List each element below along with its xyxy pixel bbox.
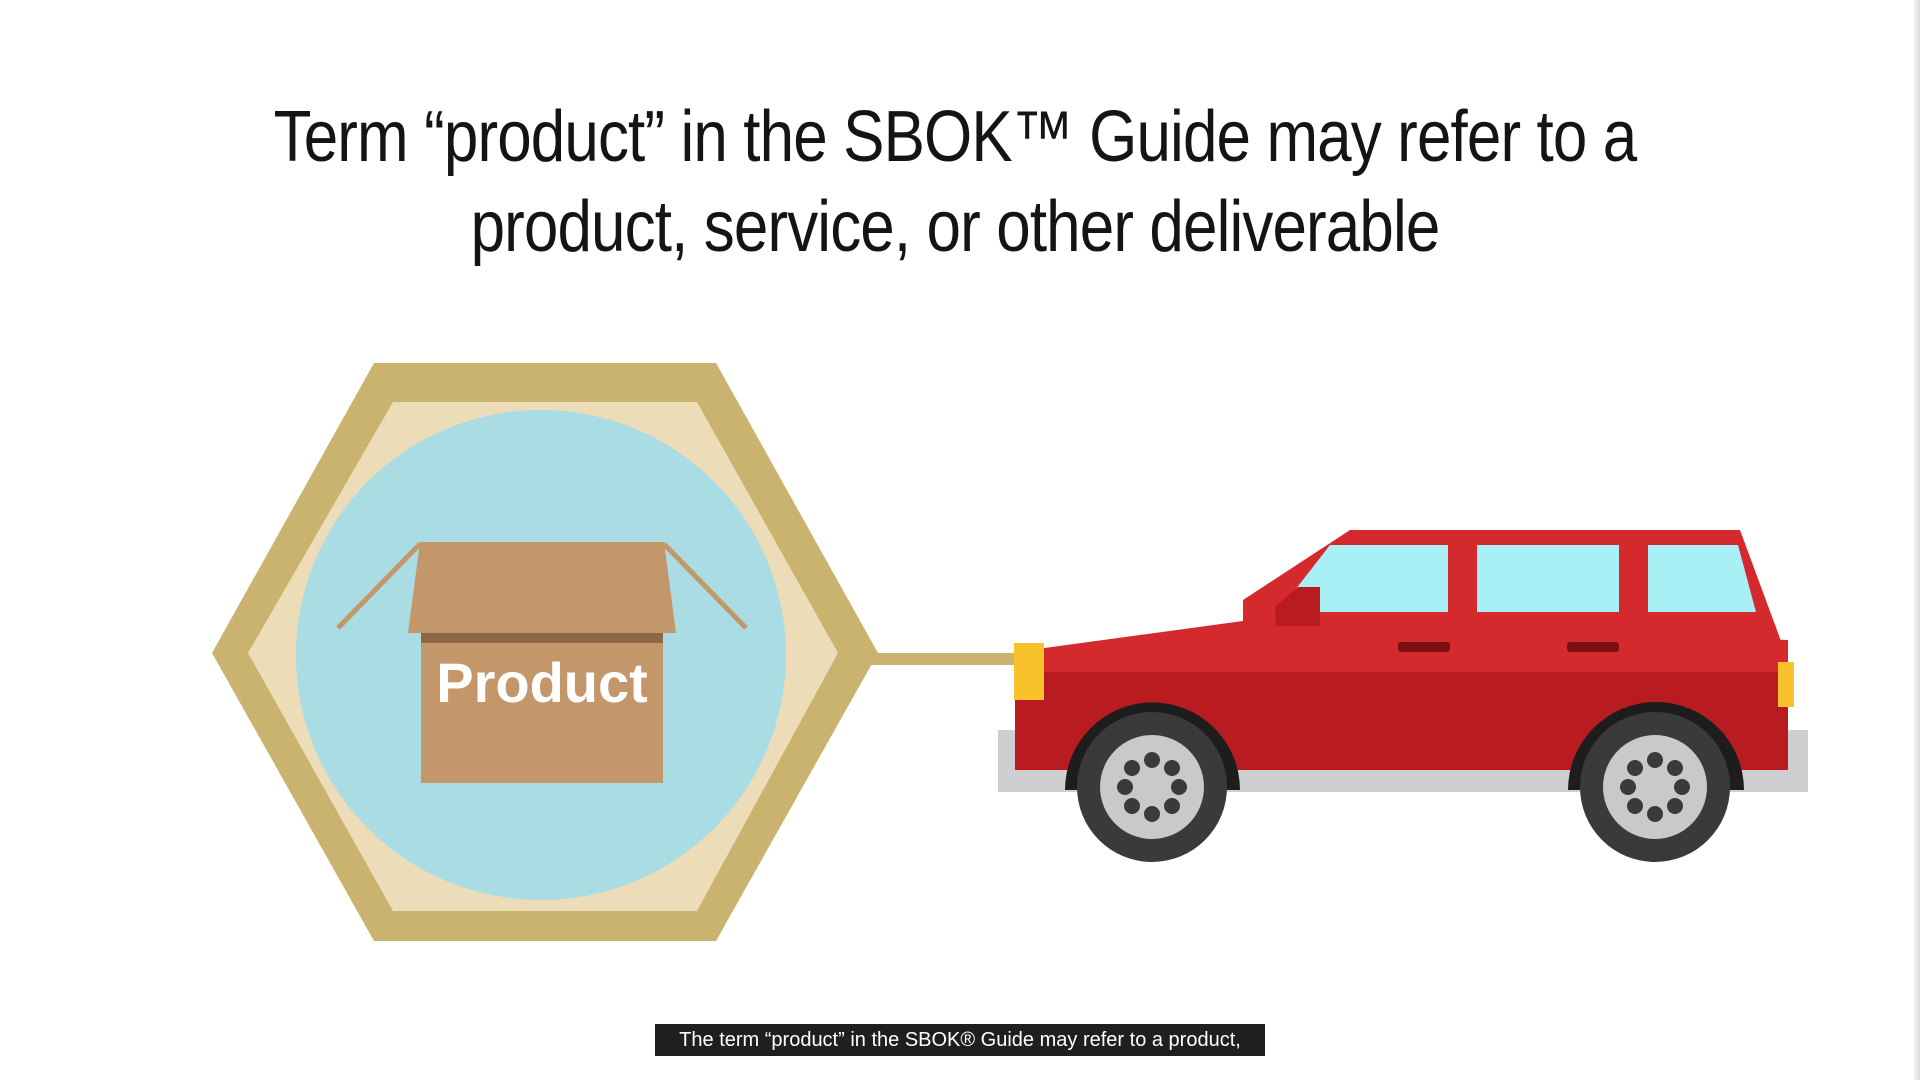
frame-edge: [1914, 0, 1920, 1080]
video-frame: Term “product” in the SBOK™ Guide may re…: [0, 0, 1920, 1080]
connector-line: [860, 653, 1022, 665]
subtitle-caption: The term “product” in the SBOK® Guide ma…: [655, 1024, 1265, 1056]
product-box-label: Product: [436, 651, 648, 714]
product-illustration: Product: [212, 363, 1808, 941]
rear-wheel: [1580, 712, 1730, 862]
front-wheel: [1077, 712, 1227, 862]
